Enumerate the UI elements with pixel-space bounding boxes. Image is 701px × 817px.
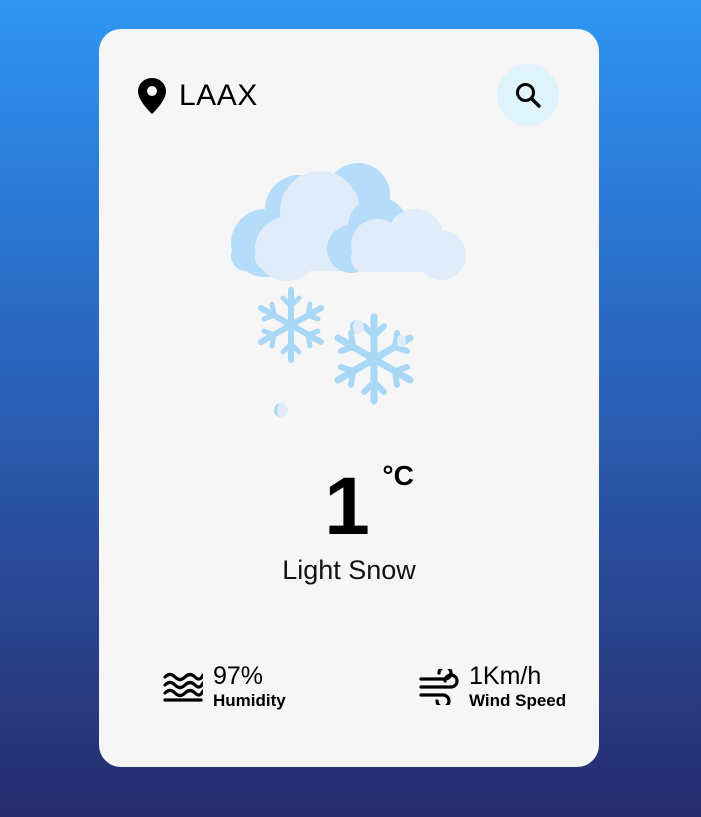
humidity-value: 97% bbox=[213, 662, 264, 690]
snowflake-large bbox=[334, 313, 414, 405]
humidity-stat: 97% Humidity bbox=[163, 662, 286, 712]
temperature-display: 1 °C bbox=[99, 460, 599, 548]
humidity-waves-icon bbox=[163, 672, 203, 702]
search-button[interactable] bbox=[497, 64, 559, 126]
humidity-label: Humidity bbox=[213, 691, 286, 710]
wind-speed-label: Wind Speed bbox=[469, 691, 567, 710]
location-header: LAAX bbox=[137, 77, 258, 115]
map-pin-icon bbox=[138, 78, 166, 114]
wind-speed-stat: 1Km/h Wind Speed bbox=[419, 662, 566, 712]
weather-condition: Light Snow bbox=[282, 555, 416, 585]
temperature-value: 1 bbox=[324, 461, 370, 552]
snowflake-small bbox=[258, 287, 324, 363]
light-snow-icon bbox=[231, 163, 466, 417]
search-icon bbox=[516, 83, 541, 108]
weather-card: LAAX 1 °C Light Snow 97% Humidity 1Km/h … bbox=[99, 29, 599, 767]
wind-icon bbox=[419, 669, 459, 705]
temperature-unit: °C bbox=[382, 460, 414, 491]
wind-speed-value: 1Km/h bbox=[469, 662, 542, 690]
city-name: LAAX bbox=[179, 79, 258, 112]
